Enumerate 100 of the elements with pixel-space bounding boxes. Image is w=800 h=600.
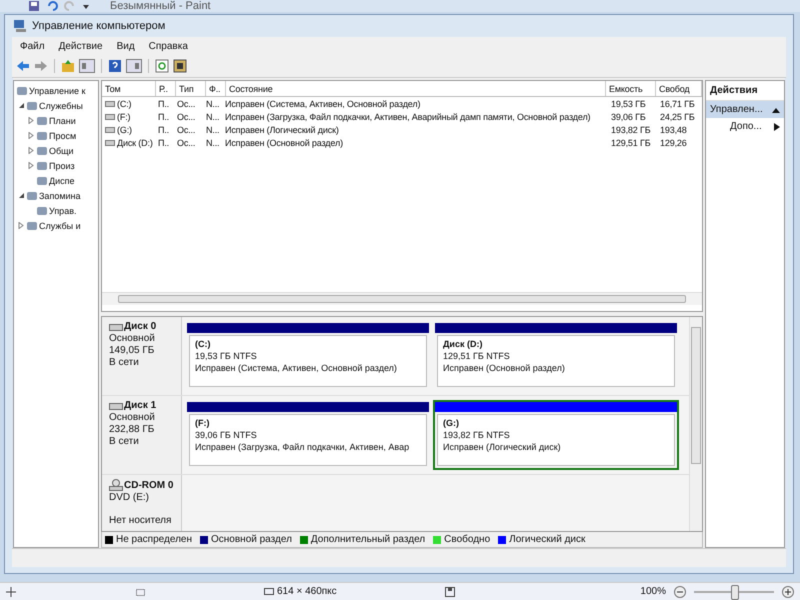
tree-node-icon (36, 160, 48, 172)
column-header[interactable]: Р.. (156, 81, 176, 96)
tree-item[interactable]: Общи (49, 146, 74, 156)
refresh-icon[interactable] (155, 59, 169, 73)
table-cell: Исправен (Система, Активен, Основной раздел) (225, 98, 420, 108)
tree-node-icon (36, 204, 48, 216)
partition-status: Исправен (Загрузка, Файл подкачки, Активен, Авар (195, 442, 410, 452)
properties-icon[interactable] (173, 59, 187, 73)
table-cell: 193,48 (660, 124, 687, 134)
undo-icon[interactable] (46, 0, 58, 12)
pane-toggle-icon[interactable] (126, 59, 142, 73)
table-cell: (G:) (117, 124, 132, 134)
table-cell: 19,53 ГБ (611, 98, 646, 108)
expand-arrow-icon[interactable] (28, 132, 35, 139)
folder-up-icon[interactable] (61, 59, 75, 73)
menu-item[interactable]: Вид (116, 40, 135, 52)
tree-item[interactable]: Просм (49, 130, 76, 140)
hard-drive-icon (109, 322, 123, 330)
table-cell: Ос... (177, 124, 196, 134)
action-item[interactable]: Управлен... (706, 101, 784, 118)
table-cell: Ос... (177, 138, 196, 148)
table-cell: Исправен (Основной раздел) (225, 138, 343, 148)
table-cell: Ос... (177, 112, 196, 122)
collapse-arrow-icon[interactable] (18, 192, 25, 199)
disk-name: CD-ROM 0 (124, 480, 174, 490)
dropdown-icon[interactable] (82, 2, 90, 10)
menu-item[interactable]: Файл (20, 40, 45, 52)
table-cell: П.. (158, 112, 170, 122)
partition-size: 39,06 ГБ NTFS (195, 430, 258, 440)
horizontal-scrollbar[interactable] (102, 292, 702, 305)
save-icon[interactable] (28, 0, 40, 12)
window-title: Управление компьютером (32, 20, 166, 32)
canvas-size: 614 × 460пкс (277, 586, 337, 597)
tree-item[interactable]: Служебны (39, 100, 83, 110)
partition-size: 129,51 ГБ NTFS (443, 351, 511, 361)
column-header[interactable]: Тип (176, 81, 206, 96)
tree-node-icon (36, 144, 48, 156)
disk-name: Диск 0 (124, 321, 156, 332)
partition-block[interactable]: (G:) 193,82 ГБ NTFS Исправен (Логический диск) (433, 400, 679, 470)
disk-type: DVD (E:) (109, 492, 150, 503)
menu-item[interactable]: Действие (58, 40, 103, 52)
pane-toggle-icon[interactable] (79, 59, 95, 73)
expand-arrow-icon[interactable] (28, 147, 35, 154)
table-cell: N... (206, 98, 220, 108)
tree-item[interactable]: Службы и (39, 220, 81, 230)
back-arrow-icon[interactable] (16, 60, 30, 72)
expand-arrow-icon[interactable] (18, 222, 25, 229)
forward-arrow-icon[interactable] (34, 60, 48, 72)
disk-status: В сети (109, 436, 140, 447)
column-header[interactable]: Свобод (656, 81, 702, 96)
column-header[interactable]: Ф.. (206, 81, 226, 96)
table-cell: Исправен (Логический диск) (225, 124, 339, 134)
table-cell: N... (206, 138, 220, 148)
window-title: Безымянный - Paint (110, 0, 211, 12)
help-icon[interactable] (108, 59, 122, 73)
column-header[interactable]: Емкость (606, 81, 656, 96)
partition-size: 193,82 ГБ NTFS (443, 430, 511, 440)
tree-item[interactable]: Управ. (49, 206, 76, 216)
hard-drive-icon (109, 402, 123, 410)
action-item[interactable]: Допо... (706, 118, 784, 135)
partition-status: Исправен (Логический диск) (443, 442, 562, 452)
column-header[interactable]: Состояние (226, 81, 606, 96)
table-cell: Исправен (Загрузка, Файл подкачки, Активен, Аварийный дамп памяти, Основной раздел) (225, 112, 590, 122)
tree-node-icon (26, 100, 38, 112)
partition-name: (F:) (195, 418, 210, 428)
table-cell: 193,82 ГБ (611, 124, 650, 134)
canvas-size-icon (262, 586, 274, 596)
table-cell: N... (206, 112, 220, 122)
partition-status: Исправен (Система, Активен, Основной раздел) (195, 363, 398, 373)
disk-size: 232,88 ГБ (109, 424, 156, 435)
legend-label: Дополнительный раздел (310, 534, 426, 545)
partition-name: (G:) (443, 418, 460, 428)
tree-item[interactable]: Диспе (49, 176, 75, 186)
partition-size: 19,53 ГБ NTFS (195, 351, 258, 361)
tree-item[interactable]: Управление к (29, 86, 86, 96)
tree-item[interactable]: Запомина (39, 190, 81, 200)
legend-label: Свободно (444, 534, 490, 545)
optical-drive-icon (109, 479, 123, 491)
disk-size: 149,05 ГБ (109, 345, 156, 356)
tree-node-icon (26, 190, 38, 202)
zoom-out-icon[interactable] (674, 586, 686, 598)
collapse-arrow-icon[interactable] (18, 102, 25, 109)
vertical-scrollbar[interactable] (689, 317, 702, 531)
zoom-level: 100% (640, 586, 666, 597)
legend-label: Логический диск (509, 534, 586, 545)
disk-status: В сети (109, 357, 140, 368)
selection-icon (134, 586, 146, 596)
disk-status: Нет носителя (109, 515, 172, 526)
expand-arrow-icon[interactable] (28, 117, 35, 124)
menu-item[interactable]: Справка (148, 40, 188, 52)
disk-type: Основной (109, 412, 156, 423)
tree-item[interactable]: Произ (49, 160, 75, 170)
submenu-arrow-icon[interactable] (774, 122, 780, 130)
tree-item[interactable]: Плани (49, 116, 76, 126)
expand-arrow-icon[interactable] (28, 162, 35, 169)
column-header[interactable]: Том (102, 81, 156, 96)
collapse-arrow-icon[interactable] (772, 106, 780, 112)
partition-status: Исправен (Основной раздел) (443, 363, 566, 373)
table-cell: П.. (158, 98, 170, 108)
zoom-in-icon[interactable] (782, 586, 794, 598)
